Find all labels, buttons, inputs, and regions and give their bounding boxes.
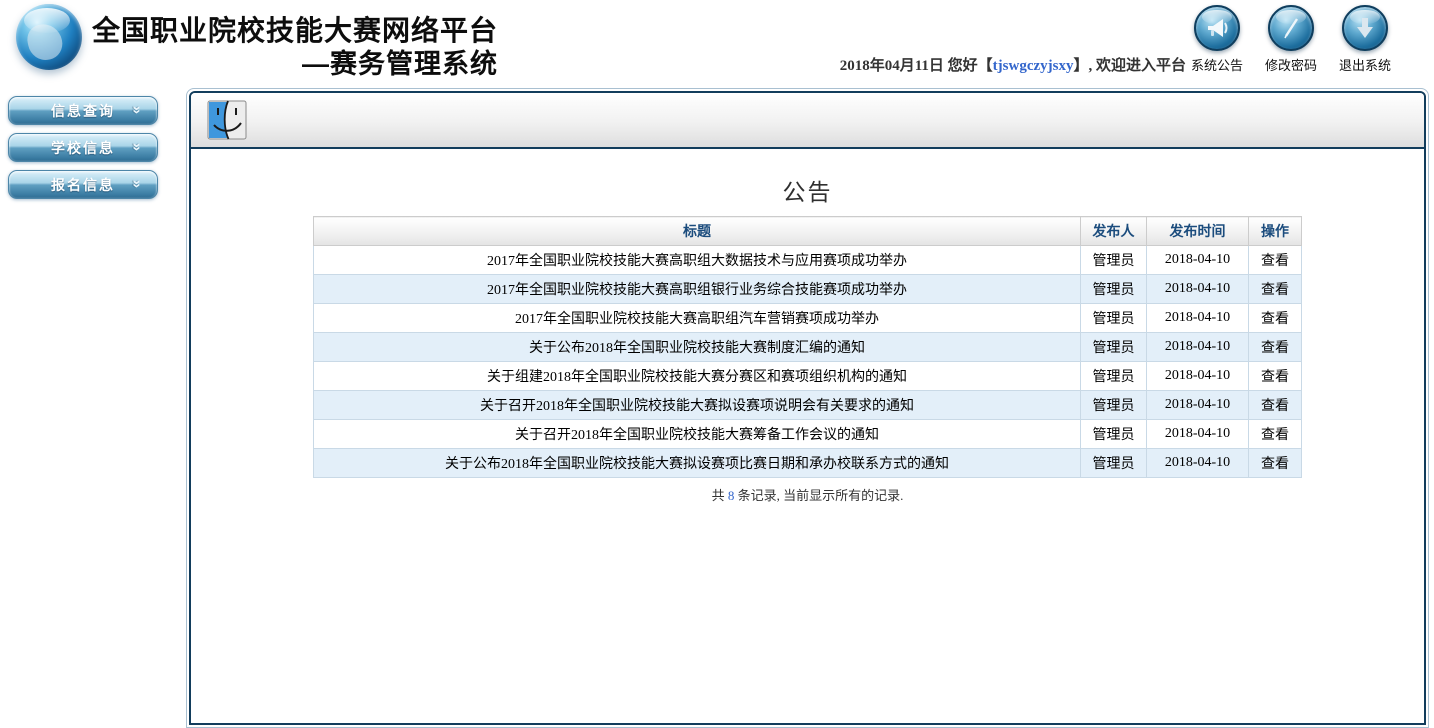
publisher-cell: 管理员 xyxy=(1081,275,1147,304)
summary-prefix: 共 xyxy=(712,488,728,503)
summary-suffix: 条记录, 当前显示所有的记录. xyxy=(734,488,903,503)
change-password-button[interactable]: 修改密码 xyxy=(1264,5,1318,74)
column-header-publisher: 发布人 xyxy=(1081,217,1147,246)
app-title: 全国职业院校技能大赛网络平台 —赛务管理系统 xyxy=(92,14,498,80)
announcement-table: 标题 发布人 发布时间 操作 2017年全国职业院校技能大赛高职组大数据技术与应… xyxy=(313,216,1302,478)
announcement-title-cell: 关于公布2018年全国职业院校技能大赛制度汇编的通知 xyxy=(314,333,1081,362)
view-link[interactable]: 查看 xyxy=(1261,428,1289,443)
publish-date-cell: 2018-04-10 xyxy=(1147,275,1249,304)
action-cell: 查看 xyxy=(1249,362,1302,391)
record-summary: 共 8 条记录, 当前显示所有的记录. xyxy=(191,485,1424,504)
view-link[interactable]: 查看 xyxy=(1261,254,1289,269)
finder-home-icon[interactable] xyxy=(207,99,247,141)
chevron-down-icon: » xyxy=(128,179,145,187)
table-row: 关于公布2018年全国职业院校技能大赛制度汇编的通知管理员2018-04-10 查… xyxy=(314,333,1302,362)
username: tjswgczyjsxy xyxy=(993,58,1074,74)
sidebar-item-school-info[interactable]: 学校信息 » xyxy=(8,133,158,162)
action-cell: 查看 xyxy=(1249,420,1302,449)
greeting-prefix: 2018年04月11日 您好【 xyxy=(840,58,993,74)
table-row: 2017年全国职业院校技能大赛高职组大数据技术与应用赛项成功举办管理员2018-… xyxy=(314,246,1302,275)
publish-date-cell: 2018-04-10 xyxy=(1147,420,1249,449)
action-label: 系统公告 xyxy=(1191,55,1243,74)
megaphone-icon xyxy=(1194,5,1240,51)
main-panel: 公告 标题 发布人 发布时间 操作 2017年全国职业院校技能大赛高职组大数据技… xyxy=(186,88,1429,728)
globe-logo-icon xyxy=(16,4,82,70)
chevron-down-icon: » xyxy=(128,142,145,150)
publisher-cell: 管理员 xyxy=(1081,362,1147,391)
table-header-row: 标题 发布人 发布时间 操作 xyxy=(314,217,1302,246)
publish-date-cell: 2018-04-10 xyxy=(1147,449,1249,478)
action-cell: 查看 xyxy=(1249,391,1302,420)
publish-date-cell: 2018-04-10 xyxy=(1147,304,1249,333)
action-cell: 查看 xyxy=(1249,275,1302,304)
table-row: 关于召开2018年全国职业院校技能大赛筹备工作会议的通知管理员2018-04-1… xyxy=(314,420,1302,449)
content-toolbar xyxy=(191,93,1424,149)
column-header-publish-date: 发布时间 xyxy=(1147,217,1249,246)
publisher-cell: 管理员 xyxy=(1081,304,1147,333)
view-link[interactable]: 查看 xyxy=(1261,283,1289,298)
view-link[interactable]: 查看 xyxy=(1261,341,1289,356)
greeting-suffix: 】, 欢迎进入平台 xyxy=(1073,58,1186,74)
view-link[interactable]: 查看 xyxy=(1261,312,1289,327)
announcement-title-cell: 关于组建2018年全国职业院校技能大赛分赛区和赛项组织机构的通知 xyxy=(314,362,1081,391)
action-cell: 查看 xyxy=(1249,246,1302,275)
sidebar-item-label: 学校信息 xyxy=(51,138,115,158)
announcement-title-cell: 2017年全国职业院校技能大赛高职组汽车营销赛项成功举办 xyxy=(314,304,1081,333)
system-announcement-button[interactable]: 系统公告 xyxy=(1190,5,1244,74)
view-link[interactable]: 查看 xyxy=(1261,457,1289,472)
column-header-operation: 操作 xyxy=(1249,217,1302,246)
logout-button[interactable]: 退出系统 xyxy=(1338,5,1392,74)
action-cell: 查看 xyxy=(1249,449,1302,478)
table-row: 关于组建2018年全国职业院校技能大赛分赛区和赛项组织机构的通知管理员2018-… xyxy=(314,362,1302,391)
announcement-title-cell: 2017年全国职业院校技能大赛高职组大数据技术与应用赛项成功举办 xyxy=(314,246,1081,275)
content-area: 公告 标题 发布人 发布时间 操作 2017年全国职业院校技能大赛高职组大数据技… xyxy=(191,149,1424,504)
table-row: 关于公布2018年全国职业院校技能大赛拟设赛项比赛日期和承办校联系方式的通知管理… xyxy=(314,449,1302,478)
announcement-title-cell: 关于公布2018年全国职业院校技能大赛拟设赛项比赛日期和承办校联系方式的通知 xyxy=(314,449,1081,478)
main-panel-inner: 公告 标题 发布人 发布时间 操作 2017年全国职业院校技能大赛高职组大数据技… xyxy=(189,91,1426,725)
table-row: 2017年全国职业院校技能大赛高职组银行业务综合技能赛项成功举办管理员2018-… xyxy=(314,275,1302,304)
page-title: 公告 xyxy=(191,173,1424,207)
view-link[interactable]: 查看 xyxy=(1261,370,1289,385)
action-cell: 查看 xyxy=(1249,333,1302,362)
publisher-cell: 管理员 xyxy=(1081,391,1147,420)
sidebar-item-label: 报名信息 xyxy=(51,175,115,195)
sidebar-nav: 信息查询 » 学校信息 » 报名信息 » xyxy=(0,88,186,685)
user-greeting: 2018年04月11日 您好【tjswgczyjsxy】, 欢迎进入平台 xyxy=(840,54,1186,75)
app-header: 全国职业院校技能大赛网络平台 —赛务管理系统 2018年04月11日 您好【tj… xyxy=(0,0,1434,88)
chevron-down-icon: » xyxy=(128,105,145,113)
sidebar-item-registration-info[interactable]: 报名信息 » xyxy=(8,170,158,199)
pencil-icon xyxy=(1268,5,1314,51)
app-title-line2: —赛务管理系统 xyxy=(92,48,498,80)
publisher-cell: 管理员 xyxy=(1081,246,1147,275)
column-header-title: 标题 xyxy=(314,217,1081,246)
view-link[interactable]: 查看 xyxy=(1261,399,1289,414)
logout-arrow-icon xyxy=(1342,5,1388,51)
publish-date-cell: 2018-04-10 xyxy=(1147,362,1249,391)
announcement-title-cell: 2017年全国职业院校技能大赛高职组银行业务综合技能赛项成功举办 xyxy=(314,275,1081,304)
app-title-line1: 全国职业院校技能大赛网络平台 xyxy=(92,14,498,48)
table-row: 关于召开2018年全国职业院校技能大赛拟设赛项说明会有关要求的通知管理员2018… xyxy=(314,391,1302,420)
sidebar-item-label: 信息查询 xyxy=(51,101,115,121)
table-row: 2017年全国职业院校技能大赛高职组汽车营销赛项成功举办管理员2018-04-1… xyxy=(314,304,1302,333)
sidebar-item-info-query[interactable]: 信息查询 » xyxy=(8,96,158,125)
publish-date-cell: 2018-04-10 xyxy=(1147,391,1249,420)
announcement-title-cell: 关于召开2018年全国职业院校技能大赛筹备工作会议的通知 xyxy=(314,420,1081,449)
publisher-cell: 管理员 xyxy=(1081,420,1147,449)
publisher-cell: 管理员 xyxy=(1081,333,1147,362)
publisher-cell: 管理员 xyxy=(1081,449,1147,478)
announcement-title-cell: 关于召开2018年全国职业院校技能大赛拟设赛项说明会有关要求的通知 xyxy=(314,391,1081,420)
publish-date-cell: 2018-04-10 xyxy=(1147,246,1249,275)
publish-date-cell: 2018-04-10 xyxy=(1147,333,1249,362)
header-action-buttons: 系统公告 修改密码 退出系统 xyxy=(1190,5,1392,74)
action-label: 退出系统 xyxy=(1339,55,1391,74)
action-cell: 查看 xyxy=(1249,304,1302,333)
announcement-table-body: 2017年全国职业院校技能大赛高职组大数据技术与应用赛项成功举办管理员2018-… xyxy=(314,246,1302,478)
action-label: 修改密码 xyxy=(1265,55,1317,74)
